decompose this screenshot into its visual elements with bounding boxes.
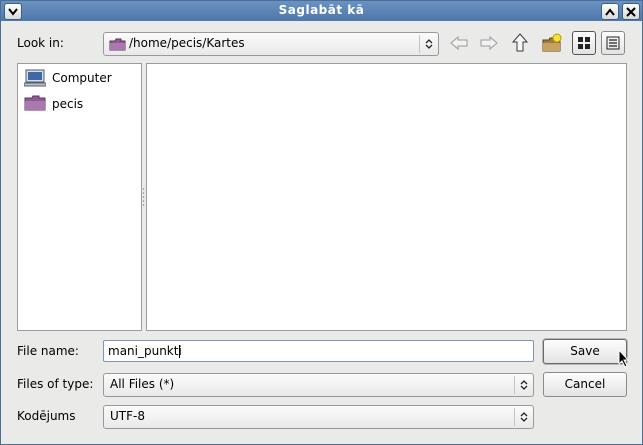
new-folder-button[interactable] <box>539 30 565 56</box>
file-list-panel[interactable] <box>146 63 627 331</box>
file-name-label: File name: <box>17 344 79 358</box>
folder-icon <box>24 95 46 111</box>
file-name-value: mani_punkti <box>108 344 182 358</box>
title-bar[interactable]: Saglabāt kā <box>1 1 642 21</box>
place-pecis[interactable]: pecis <box>22 93 142 115</box>
save-button[interactable]: Save <box>543 339 627 364</box>
folder-icon <box>109 38 126 51</box>
file-type-combo[interactable]: All Files (*) <box>103 373 534 397</box>
place-label: pecis <box>52 97 84 111</box>
place-computer[interactable]: Computer <box>22 67 142 89</box>
forward-button[interactable] <box>476 30 502 56</box>
place-label: Computer <box>52 71 112 85</box>
arrow-right-icon <box>480 35 498 51</box>
chevron-up-icon <box>605 7 615 16</box>
grid-view-icon <box>578 37 590 49</box>
close-button[interactable] <box>622 3 640 20</box>
file-name-input[interactable]: mani_punkti <box>103 340 534 362</box>
collapse-button[interactable] <box>601 3 619 20</box>
new-folder-icon <box>542 33 562 52</box>
arrow-left-icon <box>450 35 468 51</box>
file-type-label: Files of type: <box>17 377 94 391</box>
updown-arrow-icon <box>514 376 533 394</box>
look-in-combo[interactable]: /home/pecis/Kartes <box>103 32 439 56</box>
text-cursor <box>179 345 180 358</box>
cancel-button-label: Cancel <box>564 377 606 391</box>
updown-arrow-icon <box>419 35 438 53</box>
file-type-value: All Files (*) <box>110 377 175 391</box>
computer-icon <box>24 69 46 87</box>
up-button[interactable] <box>507 30 533 56</box>
window-title: Saglabāt kā <box>278 3 365 17</box>
pane-resize-handle[interactable] <box>142 187 145 207</box>
save-button-label: Save <box>570 344 600 358</box>
look-in-label: Look in: <box>17 36 64 50</box>
back-button[interactable] <box>446 30 472 56</box>
encoding-value: UTF-8 <box>110 409 145 423</box>
icon-view-button[interactable] <box>572 31 596 55</box>
arrow-up-icon <box>512 33 528 52</box>
look-in-path: /home/pecis/Kartes <box>129 36 245 50</box>
encoding-combo[interactable]: UTF-8 <box>103 405 534 429</box>
cancel-button[interactable]: Cancel <box>543 372 627 397</box>
places-panel: Computer pecis <box>17 63 142 331</box>
save-dialog: Saglabāt kā Look in: /home/pecis/Kartes <box>0 0 643 445</box>
encoding-label: Kodējums <box>17 409 76 423</box>
mouse-pointer-icon <box>618 349 630 368</box>
close-icon <box>626 6 636 17</box>
updown-arrow-icon <box>514 408 533 426</box>
list-view-button[interactable] <box>601 31 625 55</box>
list-view-icon <box>606 36 620 50</box>
